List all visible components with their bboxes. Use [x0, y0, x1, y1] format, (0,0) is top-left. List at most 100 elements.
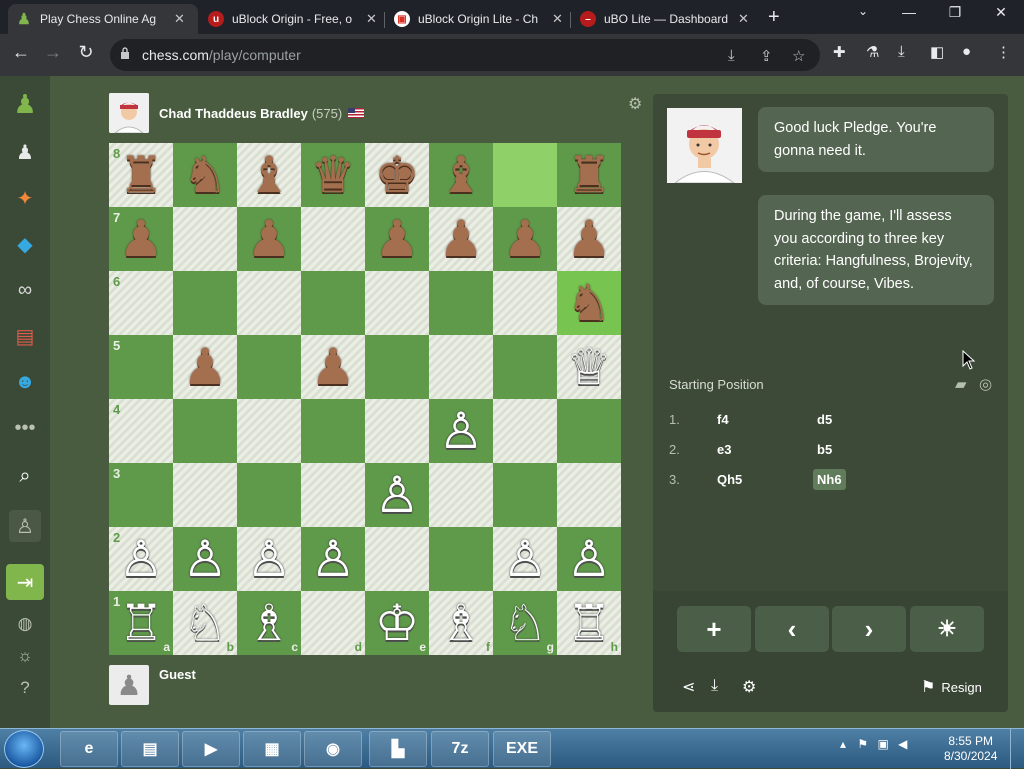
puzzles-icon[interactable]: ✦ — [9, 182, 41, 214]
close-icon[interactable]: ✕ — [174, 11, 185, 27]
square-d1[interactable]: d — [301, 591, 365, 655]
square-d2[interactable]: ♙ — [301, 527, 365, 591]
log-in-button[interactable]: ⇥ — [6, 564, 44, 600]
square-h1[interactable]: h ♖ — [557, 591, 621, 655]
language-globe-icon[interactable]: ◍ — [9, 608, 41, 640]
install-app-icon[interactable]: ⤓ — [728, 47, 735, 64]
black-piece[interactable]: ♟ — [311, 342, 356, 392]
search-icon[interactable]: ⌕ — [9, 460, 41, 492]
black-piece[interactable]: ♝ — [439, 150, 484, 200]
lab-flask-icon[interactable]: ⚗ — [866, 43, 879, 61]
square-a3[interactable]: 3 — [109, 463, 173, 527]
square-d6[interactable] — [301, 271, 365, 335]
square-f7[interactable]: ♟ — [429, 207, 493, 271]
7zip-icon[interactable]: 7z — [431, 731, 489, 767]
square-b5[interactable]: ♟ — [173, 335, 237, 399]
square-a5[interactable]: 5 — [109, 335, 173, 399]
square-b7[interactable] — [173, 207, 237, 271]
white-move[interactable]: e3 — [713, 439, 735, 460]
square-f6[interactable] — [429, 271, 493, 335]
white-piece[interactable]: ♙ — [247, 534, 292, 584]
hint-lightbulb-button[interactable]: ☀ — [910, 606, 984, 652]
black-piece[interactable]: ♜ — [567, 150, 612, 200]
square-f5[interactable] — [429, 335, 493, 399]
extensions-icon[interactable]: ✚ — [833, 43, 846, 61]
previous-move-button[interactable]: ‹ — [755, 606, 829, 652]
square-f1[interactable]: f ♗ — [429, 591, 493, 655]
square-d4[interactable] — [301, 399, 365, 463]
square-c4[interactable] — [237, 399, 301, 463]
square-g8[interactable] — [493, 143, 557, 207]
square-c1[interactable]: c ♗ — [237, 591, 301, 655]
opponent-avatar[interactable] — [109, 93, 149, 133]
square-g3[interactable] — [493, 463, 557, 527]
tab-ublock-origin[interactable]: u uBlock Origin - Free, o ✕ — [200, 4, 385, 34]
square-d3[interactable] — [301, 463, 365, 527]
square-h7[interactable]: ♟ — [557, 207, 621, 271]
square-c3[interactable] — [237, 463, 301, 527]
download-icon[interactable]: ⤓ — [711, 677, 718, 695]
close-icon[interactable]: ✕ — [738, 11, 749, 27]
more-dots-icon[interactable]: ••• — [9, 412, 41, 444]
square-c8[interactable]: ♝ — [237, 143, 301, 207]
square-e2[interactable] — [365, 527, 429, 591]
menu-kebab-icon[interactable]: ⋮ — [996, 43, 1011, 61]
square-g7[interactable]: ♟ — [493, 207, 557, 271]
white-move[interactable]: Qh5 — [713, 469, 746, 490]
square-b4[interactable] — [173, 399, 237, 463]
minimize-button[interactable]: — — [894, 4, 924, 20]
square-h5[interactable]: ♕ — [557, 335, 621, 399]
white-move[interactable]: f4 — [713, 409, 733, 430]
board-settings-gear-icon[interactable]: ⚙ — [628, 94, 642, 114]
close-window-button[interactable]: ✕ — [986, 4, 1016, 21]
square-f2[interactable] — [429, 527, 493, 591]
square-h3[interactable] — [557, 463, 621, 527]
black-piece[interactable]: ♟ — [503, 214, 548, 264]
white-piece[interactable]: ♗ — [247, 598, 292, 648]
square-d7[interactable] — [301, 207, 365, 271]
chess-logo-icon[interactable]: ♟ — [9, 88, 41, 120]
white-piece[interactable]: ♘ — [183, 598, 228, 648]
square-c7[interactable]: ♟ — [237, 207, 301, 271]
white-piece[interactable]: ♖ — [119, 598, 164, 648]
white-piece[interactable]: ♙ — [503, 534, 548, 584]
square-g6[interactable] — [493, 271, 557, 335]
help-icon[interactable]: ? — [9, 672, 41, 704]
square-b2[interactable]: ♙ — [173, 527, 237, 591]
white-piece[interactable]: ♙ — [119, 534, 164, 584]
black-move-current[interactable]: Nh6 — [813, 469, 846, 490]
black-piece[interactable]: ♞ — [567, 278, 612, 328]
square-c2[interactable]: ♙ — [237, 527, 301, 591]
share-icon[interactable]: ⋖ — [682, 677, 695, 697]
ie-icon[interactable]: e — [60, 731, 118, 767]
volume-icon[interactable]: ◀ — [898, 737, 907, 751]
white-piece[interactable]: ♖ — [567, 598, 612, 648]
opponent-name[interactable]: Chad Thaddeus Bradley — [159, 106, 308, 121]
square-a8[interactable]: 8 ♜ — [109, 143, 173, 207]
back-button[interactable]: ← — [8, 42, 34, 63]
learn-icon[interactable]: ◆ — [9, 228, 41, 260]
share-icon[interactable]: ⇪ — [760, 47, 773, 65]
theme-sun-icon[interactable]: ☼ — [9, 640, 41, 672]
white-piece[interactable]: ♙ — [311, 534, 356, 584]
black-piece[interactable]: ♟ — [567, 214, 612, 264]
tab-ublock-lite[interactable]: ▣ uBlock Origin Lite - Ch ✕ — [386, 4, 571, 34]
square-c6[interactable] — [237, 271, 301, 335]
explorer-icon[interactable]: ▤ — [121, 731, 179, 767]
black-piece[interactable]: ♞ — [183, 150, 228, 200]
address-bar[interactable]: chess.com/play/computer ⤓ ⇪ ☆ — [110, 39, 820, 71]
square-f8[interactable]: ♝ — [429, 143, 493, 207]
square-g5[interactable] — [493, 335, 557, 399]
downloads-icon[interactable]: ⤓ — [898, 43, 905, 60]
black-piece[interactable]: ♝ — [247, 150, 292, 200]
square-d5[interactable]: ♟ — [301, 335, 365, 399]
square-a1[interactable]: 1 a ♖ — [109, 591, 173, 655]
restore-button[interactable]: ❐ — [940, 4, 970, 21]
square-e8[interactable]: ♚ — [365, 143, 429, 207]
white-piece[interactable]: ♙ — [183, 534, 228, 584]
square-f3[interactable] — [429, 463, 493, 527]
social-icon[interactable]: ☻ — [9, 366, 41, 398]
black-move[interactable]: d5 — [813, 409, 836, 430]
black-piece[interactable]: ♟ — [247, 214, 292, 264]
bookmark-star-icon[interactable]: ☆ — [792, 47, 805, 65]
